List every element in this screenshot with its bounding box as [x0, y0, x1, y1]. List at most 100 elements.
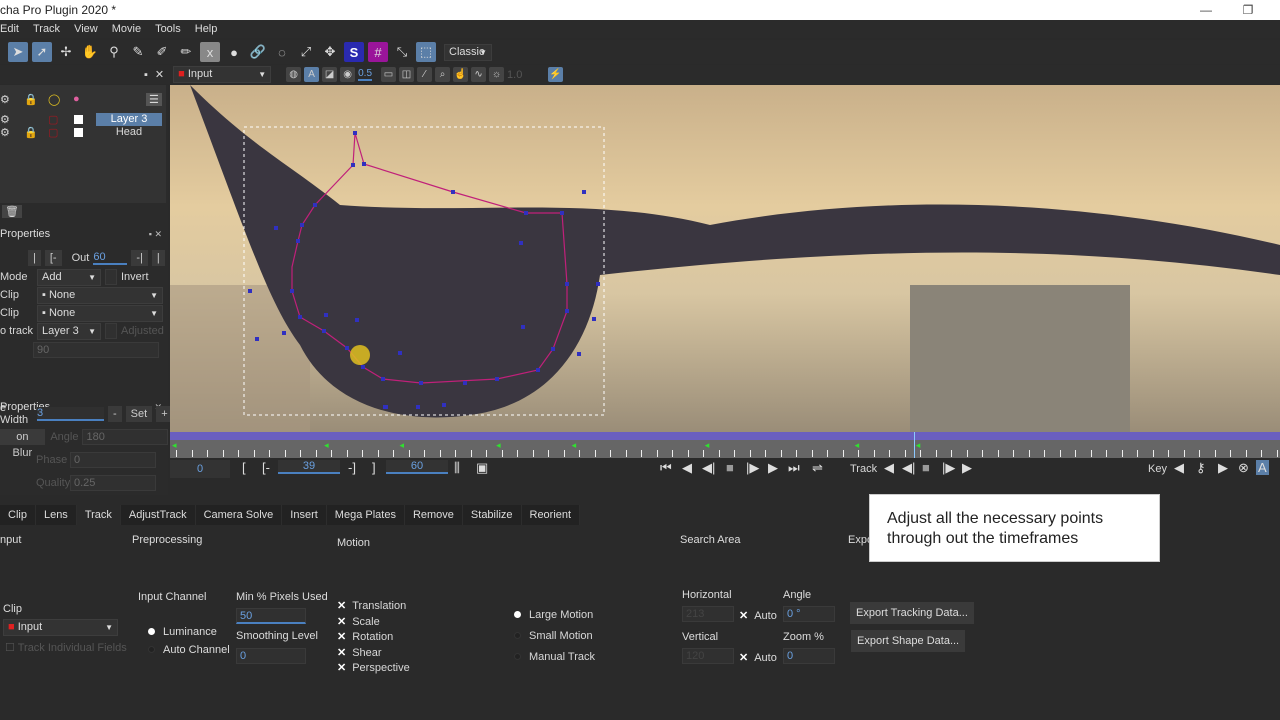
- loop-icon[interactable]: ⇌: [812, 460, 823, 476]
- layer-name[interactable]: Layer 3: [96, 113, 162, 126]
- adjusted-field[interactable]: 90: [33, 342, 159, 358]
- keyframe-marker[interactable]: ◂: [400, 440, 405, 451]
- spline-point[interactable]: [300, 223, 304, 227]
- prev-key-button[interactable]: ◀: [1174, 460, 1184, 476]
- spline-point[interactable]: [416, 405, 420, 409]
- luminance-radio[interactable]: Luminance: [148, 626, 217, 638]
- motion-mode-radio[interactable]: Small Motion: [514, 629, 595, 650]
- horizontal-field[interactable]: 213: [682, 606, 734, 622]
- spline-point[interactable]: [592, 317, 596, 321]
- layer-menu-icon[interactable]: ☰: [146, 93, 162, 106]
- tab-remove[interactable]: Remove: [405, 505, 463, 525]
- hand-view-icon[interactable]: ☝: [453, 67, 469, 82]
- timeline[interactable]: ◂ ◂ ◂ ◂ ◂ ◂ ◂ ◂: [170, 432, 1280, 458]
- spline-point[interactable]: [582, 190, 586, 194]
- scale-icon[interactable]: ⤢: [296, 42, 316, 62]
- float-icon[interactable]: ▪: [144, 69, 148, 81]
- track-backward-button[interactable]: ◀|: [902, 460, 915, 476]
- view-mode-dropdown[interactable]: Classic ▼: [444, 43, 492, 61]
- current-frame-field[interactable]: 0: [170, 460, 230, 478]
- layers-icon[interactable]: ◫: [399, 67, 415, 82]
- keyframe-marker[interactable]: ◂: [496, 440, 501, 451]
- out-field[interactable]: 60: [93, 251, 128, 265]
- spline-point[interactable]: [353, 131, 357, 135]
- autokey-icon[interactable]: A: [1256, 460, 1269, 475]
- add-key-icon[interactable]: ⚷: [1196, 460, 1206, 476]
- select-tool-icon[interactable]: ➤: [8, 42, 28, 62]
- hand-tool-icon[interactable]: ✋: [80, 42, 100, 62]
- link-icon[interactable]: 🔗: [248, 42, 268, 62]
- opacity-value[interactable]: 0.5: [358, 68, 373, 81]
- brightness-value[interactable]: 1.0: [507, 69, 541, 81]
- spline-point[interactable]: [419, 381, 423, 385]
- tab-insert[interactable]: Insert: [282, 505, 327, 525]
- zoom-tool-icon[interactable]: ⚲: [104, 42, 124, 62]
- out-bracket-button[interactable]: ]: [372, 460, 376, 475]
- adjusted-checkbox[interactable]: [105, 323, 117, 339]
- select-points-tool-icon[interactable]: ➚: [32, 42, 52, 62]
- minimize-button[interactable]: —: [1196, 0, 1216, 20]
- spline-point[interactable]: [577, 352, 581, 356]
- go-to-end-button[interactable]: ⏭: [788, 460, 800, 476]
- spline-point[interactable]: [565, 282, 569, 286]
- spline-point[interactable]: [381, 377, 385, 381]
- clip-dropdown[interactable]: ▪ None ▼: [37, 286, 163, 304]
- motion-blur-button[interactable]: on Blur: [0, 429, 45, 459]
- spline-point[interactable]: [560, 211, 564, 215]
- viewer-canvas[interactable]: [170, 85, 1280, 432]
- tab-adjusttrack[interactable]: AdjustTrack: [121, 505, 196, 525]
- quality-field[interactable]: 0.25: [70, 475, 156, 491]
- spline-point[interactable]: [322, 329, 326, 333]
- clip-dropdown[interactable]: ■ Input ▼: [173, 66, 272, 83]
- auto-channel-radio[interactable]: Auto Channel: [148, 644, 230, 656]
- motion-rotation-checkbox[interactable]: ✕ Rotation: [337, 630, 410, 646]
- corner-pin-icon[interactable]: ⤡: [392, 42, 412, 62]
- spline-point[interactable]: [442, 403, 446, 407]
- brightness-icon[interactable]: ☼: [489, 67, 505, 82]
- spline-point[interactable]: [282, 331, 286, 335]
- spline-point[interactable]: [596, 282, 600, 286]
- track-backward-step-button[interactable]: ◀: [884, 460, 894, 476]
- brush-tool-icon[interactable]: ✏: [176, 42, 196, 62]
- keyframe-marker[interactable]: ◂: [705, 440, 710, 451]
- menu-track[interactable]: Track: [33, 20, 60, 38]
- motion-scale-checkbox[interactable]: ✕ Scale: [337, 615, 410, 631]
- ellipse-tool-icon[interactable]: ●: [224, 42, 244, 62]
- spline-point[interactable]: [384, 405, 388, 409]
- layer-row[interactable]: ⚙ 🔒 ▢ Head: [0, 126, 166, 139]
- keyframe-marker[interactable]: ◂: [916, 440, 921, 451]
- track-dropdown[interactable]: Layer 3 ▼: [37, 322, 101, 340]
- spline-point[interactable]: [451, 190, 455, 194]
- min-pixels-field[interactable]: 50: [236, 608, 306, 624]
- spline-point[interactable]: [296, 239, 300, 243]
- track-stop-button[interactable]: ■: [922, 460, 930, 475]
- layer-name[interactable]: Head: [96, 126, 162, 138]
- in-bracket-button[interactable]: [: [242, 460, 246, 475]
- spline-point[interactable]: [290, 289, 294, 293]
- tab-camera-solve[interactable]: Camera Solve: [196, 505, 283, 525]
- motion-perspective-checkbox[interactable]: ✕ Perspective: [337, 661, 410, 677]
- horizontal-auto-checkbox[interactable]: ✕ Auto: [739, 609, 777, 622]
- set-out-button[interactable]: -|: [131, 250, 148, 266]
- move-icon[interactable]: ✥: [320, 42, 340, 62]
- lasso-icon[interactable]: ◌: [272, 42, 292, 62]
- trim-icon[interactable]: ⫼: [454, 460, 460, 476]
- spline-point[interactable]: [519, 241, 523, 245]
- spline-point[interactable]: [565, 309, 569, 313]
- spline-point[interactable]: [274, 226, 278, 230]
- spline-point[interactable]: [551, 347, 555, 351]
- spline-point[interactable]: [536, 368, 540, 372]
- spline-point[interactable]: [495, 377, 499, 381]
- export-shape-data-button[interactable]: Export Shape Data...: [851, 630, 966, 652]
- spline-point[interactable]: [355, 318, 359, 322]
- spline-point[interactable]: [521, 325, 525, 329]
- tab-reorient[interactable]: Reorient: [522, 505, 581, 525]
- set-out-button[interactable]: -]: [348, 460, 356, 475]
- tab-clip[interactable]: Clip: [0, 505, 36, 525]
- keyframe-marker[interactable]: ◂: [572, 440, 577, 451]
- keyframe-marker[interactable]: ◂: [855, 440, 860, 451]
- set-in-button[interactable]: [-: [262, 460, 270, 475]
- out-frame-field[interactable]: 60: [386, 460, 448, 474]
- set-button[interactable]: Set: [125, 406, 153, 422]
- tab-track[interactable]: Track: [76, 505, 121, 525]
